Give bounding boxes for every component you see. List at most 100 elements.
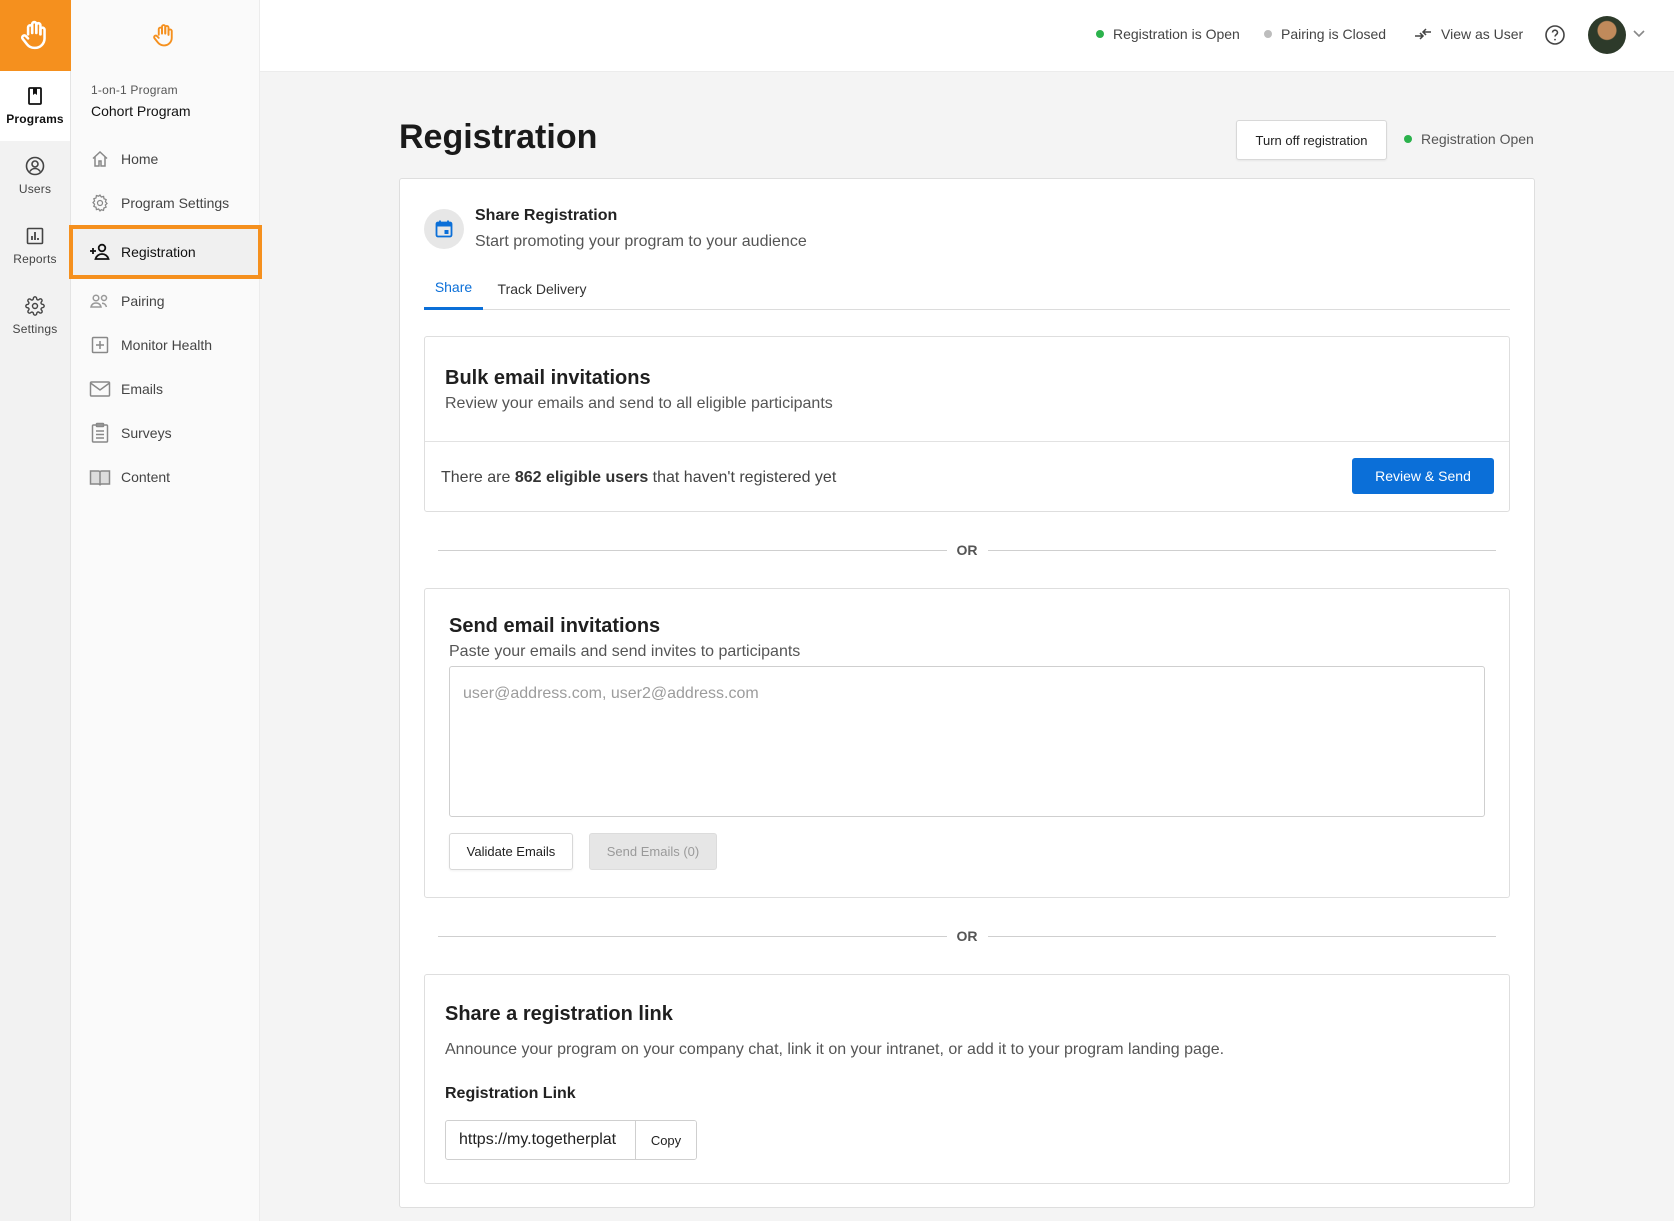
bar-chart-icon <box>26 227 44 245</box>
pairing-status-indicator[interactable]: Pairing is Closed <box>1264 26 1386 42</box>
email-list-input[interactable] <box>449 666 1485 817</box>
eligible-users-message: There are 862 eligible users that haven'… <box>441 469 836 487</box>
book-icon <box>28 87 42 105</box>
user-circle-icon <box>25 156 45 176</box>
sidebar-item-label: Home <box>121 151 159 167</box>
or-label: OR <box>956 928 978 944</box>
bulk-email-description: Review your emails and send to all eligi… <box>445 395 833 412</box>
program-name[interactable]: Cohort Program <box>91 103 191 119</box>
gear-icon <box>25 296 45 316</box>
view-as-user-button[interactable]: View as User <box>1413 26 1523 42</box>
rail-item-label: Reports <box>13 252 57 266</box>
turn-off-registration-button[interactable]: Turn off registration <box>1236 120 1387 160</box>
plus-square-icon <box>89 334 111 356</box>
view-as-user-label: View as User <box>1441 26 1524 42</box>
send-email-title: Send email invitations <box>449 615 661 637</box>
primary-rail: Programs Users Reports Settings <box>0 0 71 1221</box>
rail-item-users[interactable]: Users <box>0 141 70 211</box>
page-title: Registration <box>399 118 598 156</box>
program-logo <box>71 0 259 71</box>
status-dot-green <box>1404 135 1412 143</box>
switch-arrows-icon <box>1415 28 1431 40</box>
sidebar-item-program-settings[interactable]: Program Settings <box>71 181 260 225</box>
pairing-status-text: Pairing is Closed <box>1281 26 1387 42</box>
eligible-users-count: 862 eligible users <box>514 469 649 486</box>
sidebar-item-content[interactable]: Content <box>71 455 260 499</box>
registration-open-status: Registration Open <box>1404 131 1534 147</box>
eligible-text-before: There are <box>441 469 515 486</box>
waving-hand-icon <box>153 23 173 46</box>
help-button[interactable] <box>1544 24 1566 46</box>
calendar-icon-badge <box>424 209 464 249</box>
waving-hand-icon <box>20 20 46 49</box>
open-book-icon <box>89 466 111 488</box>
review-and-send-button[interactable]: Review & Send <box>1352 458 1494 494</box>
status-dot-green <box>1096 30 1104 38</box>
sidebar-item-monitor-health[interactable]: Monitor Health <box>71 323 260 367</box>
sidebar-item-label: Emails <box>121 381 164 397</box>
divider <box>425 441 1509 442</box>
account-menu-toggle[interactable] <box>1632 28 1646 38</box>
sidebar-item-label: Pairing <box>121 293 165 309</box>
program-nav: Home Program Settings Registration Pairi… <box>69 137 262 499</box>
registration-status-indicator[interactable]: Registration is Open <box>1096 26 1240 42</box>
registration-link-field: https://my.togetherplat Copy <box>445 1120 697 1160</box>
sidebar-item-emails[interactable]: Emails <box>71 367 260 411</box>
tab-track-delivery[interactable]: Track Delivery <box>492 267 592 310</box>
registration-link-title: Share a registration link <box>445 1003 673 1025</box>
send-email-description: Paste your emails and send invites to pa… <box>449 643 801 660</box>
send-email-panel: Send email invitations Paste your emails… <box>424 588 1510 898</box>
divider-line <box>438 935 947 937</box>
registration-open-label: Registration Open <box>1421 131 1534 147</box>
program-type: 1-on-1 Program <box>91 83 178 97</box>
sidebar-item-registration[interactable]: Registration <box>69 225 262 279</box>
home-icon <box>89 148 111 170</box>
brand-logo[interactable] <box>0 0 71 71</box>
sidebar-item-label: Registration <box>121 244 196 260</box>
sidebar-item-label: Content <box>121 469 171 485</box>
registration-link-description: Announce your program on your company ch… <box>445 1041 1225 1058</box>
divider-line <box>987 549 1496 551</box>
or-divider: OR <box>438 926 1496 946</box>
envelope-icon <box>89 378 111 400</box>
bulk-email-panel: Bulk email invitations Review your email… <box>424 336 1510 512</box>
help-circle-icon <box>1545 25 1565 45</box>
sidebar-item-pairing[interactable]: Pairing <box>71 279 260 323</box>
divider-line <box>438 549 947 551</box>
share-registration-subtitle: Start promoting your program to your aud… <box>475 233 807 250</box>
clipboard-icon <box>89 422 111 444</box>
copy-link-button[interactable]: Copy <box>636 1121 696 1159</box>
or-label: OR <box>956 542 978 558</box>
rail-item-label: Settings <box>12 322 58 336</box>
validate-emails-button[interactable]: Validate Emails <box>449 833 573 870</box>
tab-share[interactable]: Share <box>424 267 483 310</box>
registration-link-panel: Share a registration link Announce your … <box>424 974 1510 1184</box>
chevron-down-icon <box>1633 30 1645 38</box>
rail-item-label: Programs <box>6 112 64 126</box>
share-tabs: Share Track Delivery <box>424 267 1510 310</box>
add-person-icon <box>89 241 111 263</box>
status-dot-grey <box>1264 30 1272 38</box>
sidebar-item-label: Surveys <box>121 425 172 441</box>
share-registration-title: Share Registration <box>475 207 618 224</box>
sidebar-item-home[interactable]: Home <box>71 137 260 181</box>
registration-status-text: Registration is Open <box>1113 26 1240 42</box>
share-registration-card: Share Registration Start promoting your … <box>399 178 1535 1208</box>
registration-link-url[interactable]: https://my.togetherplat <box>446 1121 636 1159</box>
rail-item-label: Users <box>18 182 52 196</box>
rail-item-programs[interactable]: Programs <box>0 71 70 141</box>
people-icon <box>89 290 111 312</box>
divider-line <box>987 935 1496 937</box>
calendar-icon <box>435 220 453 238</box>
gear-icon <box>89 192 111 214</box>
program-sidebar: 1-on-1 Program Cohort Program Home Progr… <box>69 0 262 1221</box>
send-emails-button[interactable]: Send Emails (0) <box>589 833 717 870</box>
rail-item-settings[interactable]: Settings <box>0 281 70 351</box>
bulk-email-title: Bulk email invitations <box>445 367 651 389</box>
sidebar-item-surveys[interactable]: Surveys <box>71 411 260 455</box>
or-divider: OR <box>438 540 1496 560</box>
avatar[interactable] <box>1588 16 1626 54</box>
eligible-text-after: that haven't registered yet <box>648 469 837 486</box>
sidebar-item-label: Program Settings <box>121 195 230 211</box>
rail-item-reports[interactable]: Reports <box>0 211 70 281</box>
